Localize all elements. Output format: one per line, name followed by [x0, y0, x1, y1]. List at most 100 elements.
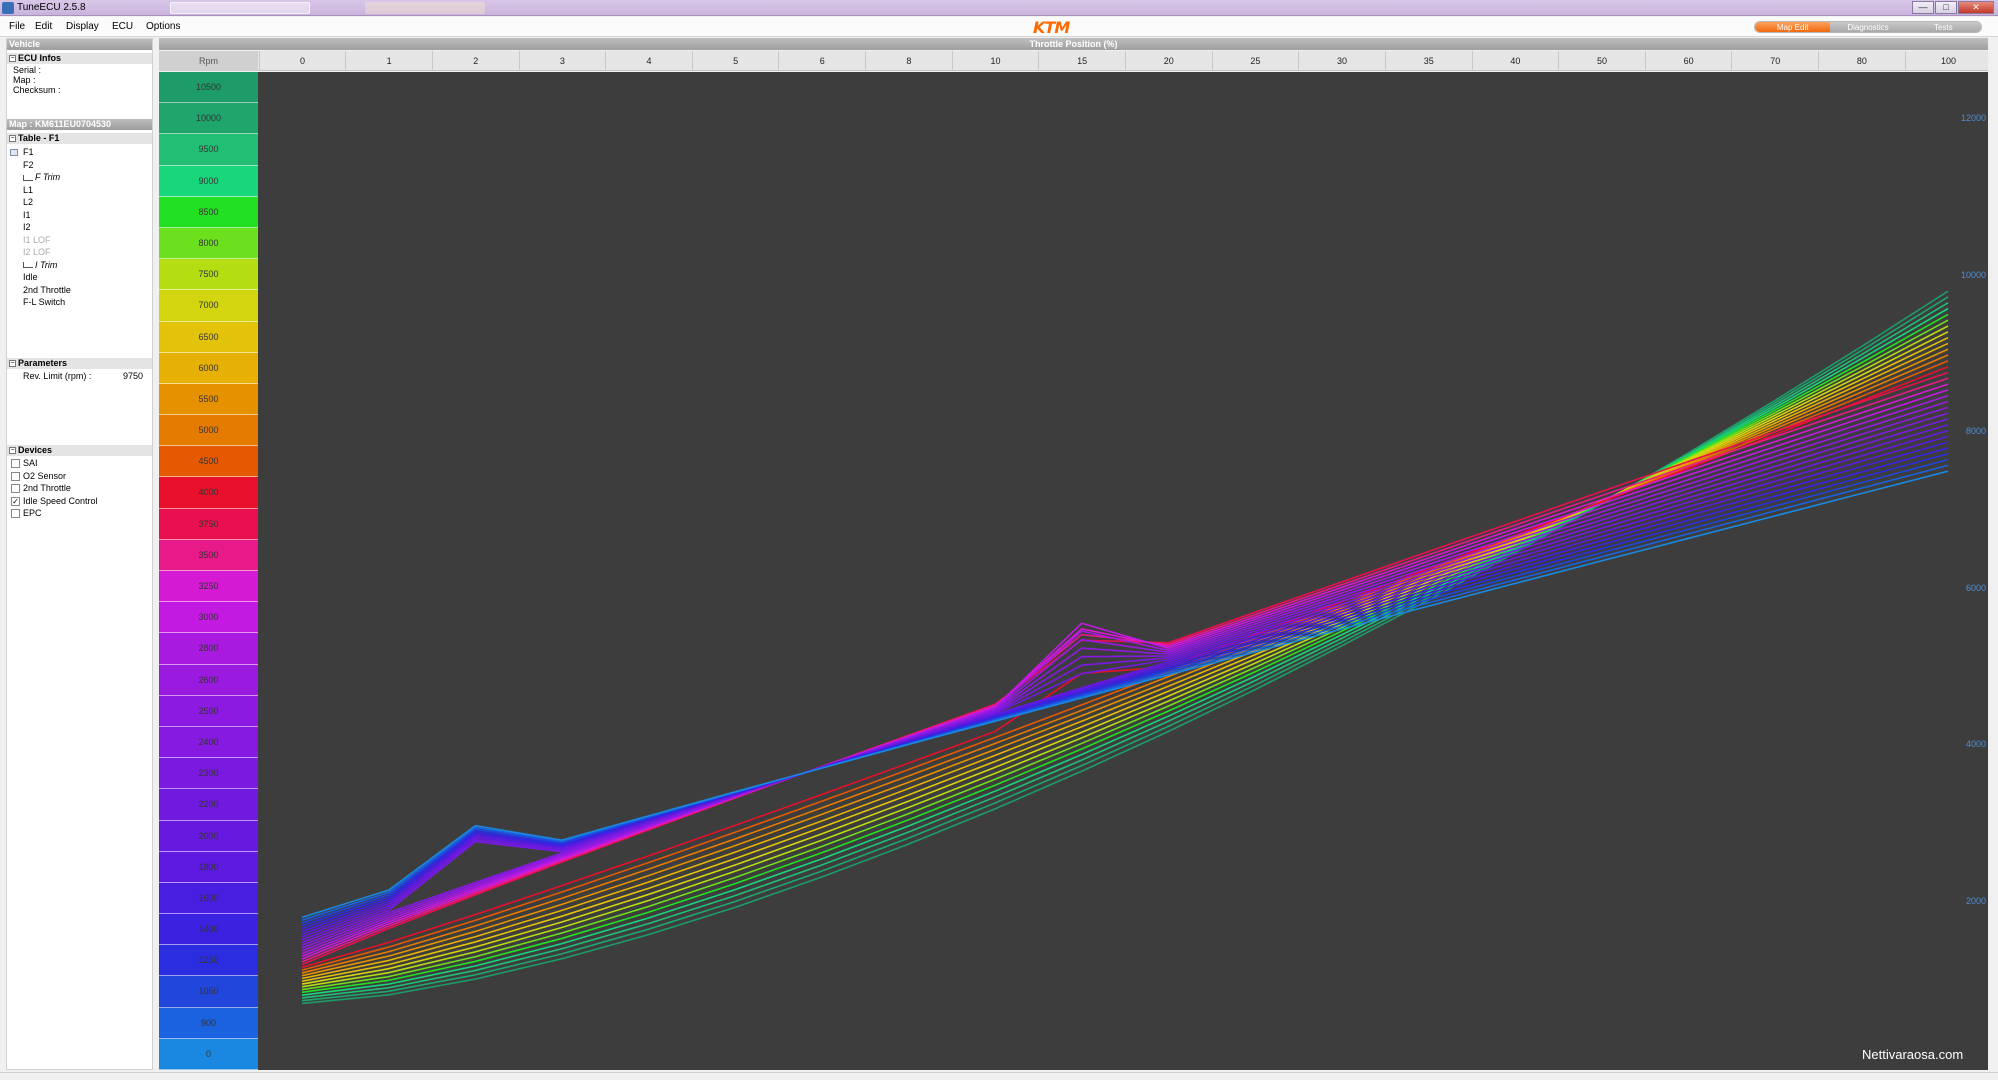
- throttle-col-header[interactable]: 30: [1298, 51, 1385, 71]
- rpm-row-label[interactable]: 4000: [159, 477, 258, 509]
- rpm-row-label[interactable]: 1600: [159, 882, 258, 915]
- table-item-idle[interactable]: Idle: [23, 272, 38, 283]
- table-item-l1[interactable]: L1: [23, 185, 33, 196]
- menu-display[interactable]: Display: [66, 21, 99, 32]
- throttle-col-header[interactable]: 20: [1125, 51, 1212, 71]
- rpm-row-label[interactable]: 2200: [159, 789, 258, 821]
- throttle-col-header[interactable]: 35: [1384, 51, 1472, 71]
- rpm-row-label[interactable]: 10000: [159, 103, 258, 135]
- throttle-col-header[interactable]: 4: [605, 51, 692, 71]
- tab-map-edit[interactable]: Map Edit: [1755, 22, 1831, 32]
- table-item-f-trim[interactable]: F Trim: [23, 172, 60, 183]
- fuel-map-plot[interactable]: [258, 72, 1988, 1070]
- plot-svg: [301, 290, 1949, 1005]
- table-item-l2[interactable]: L2: [23, 197, 33, 208]
- rpm-row-label[interactable]: 2300: [159, 758, 258, 790]
- rpm-row-label[interactable]: 7500: [159, 259, 258, 291]
- throttle-col-header[interactable]: 5: [691, 51, 779, 71]
- throttle-col-header[interactable]: 3: [518, 51, 606, 71]
- menu-options[interactable]: Options: [146, 21, 180, 32]
- throttle-col-header[interactable]: 1: [345, 51, 432, 71]
- series-line-9500[interactable]: [301, 302, 1949, 999]
- rpm-row-label[interactable]: 2600: [159, 664, 258, 696]
- table-item-i-trim[interactable]: I Trim: [23, 260, 57, 271]
- rpm-row-label[interactable]: 3250: [159, 571, 258, 603]
- throttle-col-header[interactable]: 80: [1818, 51, 1905, 71]
- table-item-i1-lof[interactable]: I1 LOF: [23, 235, 51, 246]
- series-line-7000[interactable]: [301, 331, 1949, 985]
- rpm-row-label[interactable]: 3750: [159, 508, 258, 540]
- rpm-row-label[interactable]: 1050: [159, 976, 258, 1008]
- tab-diagnostics[interactable]: Diagnostics: [1830, 22, 1906, 32]
- menu-ecu[interactable]: ECU: [112, 21, 133, 32]
- table-item-f-l-switch[interactable]: F-L Switch: [23, 297, 65, 308]
- menu-edit[interactable]: Edit: [35, 21, 52, 32]
- throttle-col-header[interactable]: 70: [1731, 51, 1818, 71]
- table-item-f2[interactable]: F2: [23, 160, 34, 171]
- rpm-row-label[interactable]: 3000: [159, 602, 258, 634]
- device-checkbox[interactable]: [11, 471, 20, 481]
- rpm-row-label[interactable]: 2800: [159, 633, 258, 665]
- rpm-row-label[interactable]: 2400: [159, 726, 258, 759]
- parameters-header[interactable]: − Parameters: [7, 358, 152, 369]
- collapse-icon[interactable]: −: [9, 55, 16, 62]
- rpm-row-label[interactable]: 9000: [159, 165, 258, 197]
- device-checkbox[interactable]: [11, 484, 20, 493]
- minimize-button[interactable]: —: [1912, 1, 1934, 14]
- throttle-col-header[interactable]: 6: [778, 51, 865, 71]
- close-button[interactable]: ✕: [1958, 1, 1994, 14]
- ecu-infos-header[interactable]: − ECU Infos: [7, 53, 152, 64]
- throttle-col-header[interactable]: 100: [1904, 51, 1992, 71]
- table-header[interactable]: − Table - F1: [7, 133, 152, 144]
- rpm-row-label[interactable]: 1250: [159, 945, 258, 977]
- series-line-6500[interactable]: [301, 336, 1949, 983]
- collapse-icon[interactable]: −: [9, 447, 16, 454]
- devices-header[interactable]: − Devices: [7, 445, 152, 456]
- rpm-row-label[interactable]: 4500: [159, 446, 258, 478]
- throttle-col-header[interactable]: 8: [865, 51, 952, 71]
- rpm-row-label[interactable]: 2500: [159, 695, 258, 727]
- rpm-row-label[interactable]: 8000: [159, 227, 258, 260]
- collapse-icon[interactable]: −: [9, 360, 16, 367]
- rpm-row-label[interactable]: 6000: [159, 352, 258, 384]
- device-checkbox[interactable]: [11, 509, 20, 518]
- throttle-col-header[interactable]: 50: [1558, 51, 1645, 71]
- table-item-2nd-throttle[interactable]: 2nd Throttle: [23, 285, 71, 296]
- table-item-i1[interactable]: I1: [23, 210, 31, 221]
- series-line-5500[interactable]: [301, 348, 1949, 977]
- rpm-row-label[interactable]: 2000: [159, 820, 258, 852]
- table-item-f1[interactable]: F1: [23, 147, 34, 158]
- throttle-col-header[interactable]: 15: [1038, 51, 1125, 71]
- series-line-10000[interactable]: [301, 296, 1949, 1002]
- rpm-row-label[interactable]: 10500: [159, 72, 258, 104]
- device-checkbox[interactable]: [11, 459, 20, 468]
- rpm-row-label[interactable]: 6500: [159, 321, 258, 353]
- collapse-icon[interactable]: −: [9, 135, 16, 142]
- rpm-row-label[interactable]: 1400: [159, 914, 258, 946]
- table-item-i2[interactable]: I2: [23, 222, 31, 233]
- series-line-1050[interactable]: [301, 458, 1949, 924]
- rpm-row-label[interactable]: 1800: [159, 851, 258, 883]
- throttle-col-header[interactable]: 25: [1211, 51, 1299, 71]
- rev-limit-value[interactable]: 9750: [123, 371, 143, 382]
- throttle-col-header[interactable]: 2: [431, 51, 519, 71]
- throttle-col-header[interactable]: 40: [1471, 51, 1559, 71]
- rpm-row-label[interactable]: 5000: [159, 415, 258, 447]
- throttle-col-header[interactable]: 0: [258, 51, 346, 71]
- table-item-i2-lof[interactable]: I2 LOF: [23, 247, 51, 258]
- rpm-row-label[interactable]: 5500: [159, 383, 258, 416]
- device-checkbox[interactable]: ✓: [11, 496, 20, 506]
- maximize-button[interactable]: □: [1935, 1, 1957, 14]
- rpm-row-label[interactable]: 9500: [159, 134, 258, 166]
- rpm-row-label[interactable]: 3500: [159, 539, 258, 571]
- series-line-1250[interactable]: [301, 452, 1949, 927]
- y-tick-label: 10000: [1960, 269, 1986, 280]
- rpm-row-label[interactable]: 7000: [159, 290, 258, 322]
- tab-tests[interactable]: Tests: [1905, 22, 1981, 32]
- throttle-col-header[interactable]: 60: [1644, 51, 1732, 71]
- rpm-row-label[interactable]: 0: [159, 1038, 258, 1070]
- rpm-row-label[interactable]: 900: [159, 1007, 258, 1039]
- rpm-row-label[interactable]: 8500: [159, 196, 258, 228]
- throttle-col-header[interactable]: 10: [951, 51, 1039, 71]
- menu-file[interactable]: File: [9, 21, 25, 32]
